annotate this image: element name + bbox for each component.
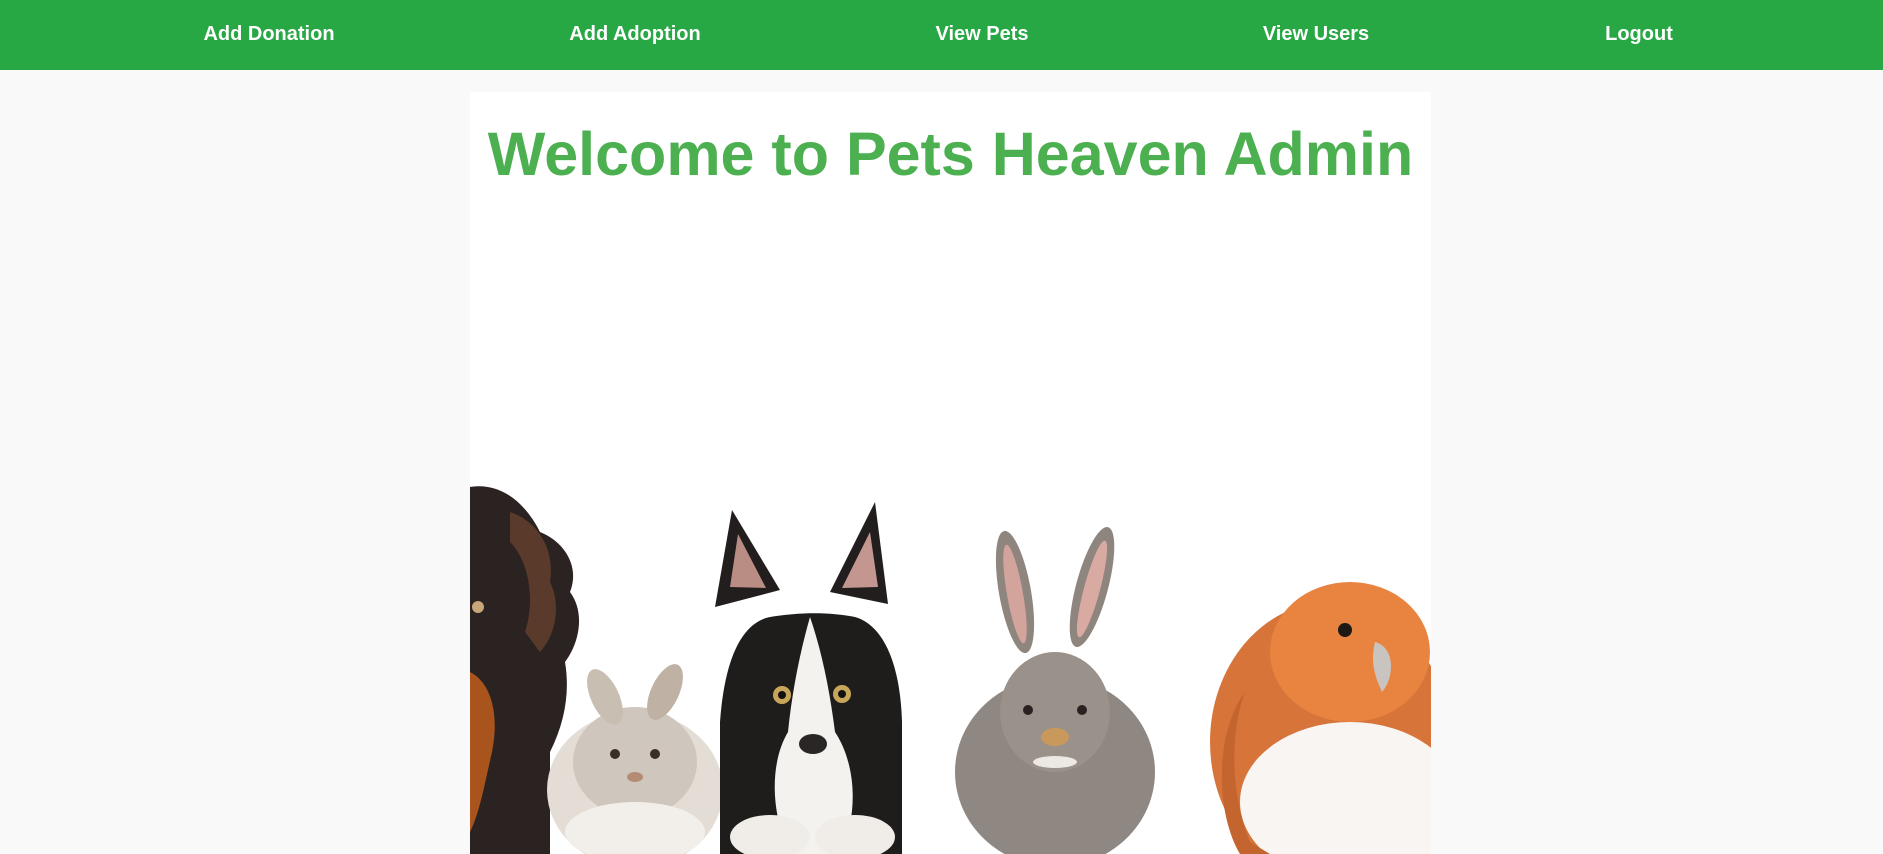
page-title: Welcome to Pets Heaven Admin xyxy=(487,120,1414,188)
nav-add-donation-link[interactable]: Add Donation xyxy=(203,0,334,70)
top-navbar: Add Donation Add Adoption View Pets View… xyxy=(0,0,1883,70)
nav-view-pets-link[interactable]: View Pets xyxy=(935,0,1028,70)
rabbit-figure xyxy=(955,526,1155,854)
nav-view-users-link[interactable]: View Users xyxy=(1263,0,1369,70)
bird-figure xyxy=(1210,582,1431,854)
nav-add-adoption-link[interactable]: Add Adoption xyxy=(569,0,700,70)
nav-logout-link[interactable]: Logout xyxy=(1605,0,1673,70)
welcome-card: Welcome to Pets Heaven Admin xyxy=(470,92,1431,854)
puppy-figure xyxy=(715,502,902,854)
pets-hero-image xyxy=(470,392,1431,854)
bunny-figure xyxy=(547,664,723,854)
